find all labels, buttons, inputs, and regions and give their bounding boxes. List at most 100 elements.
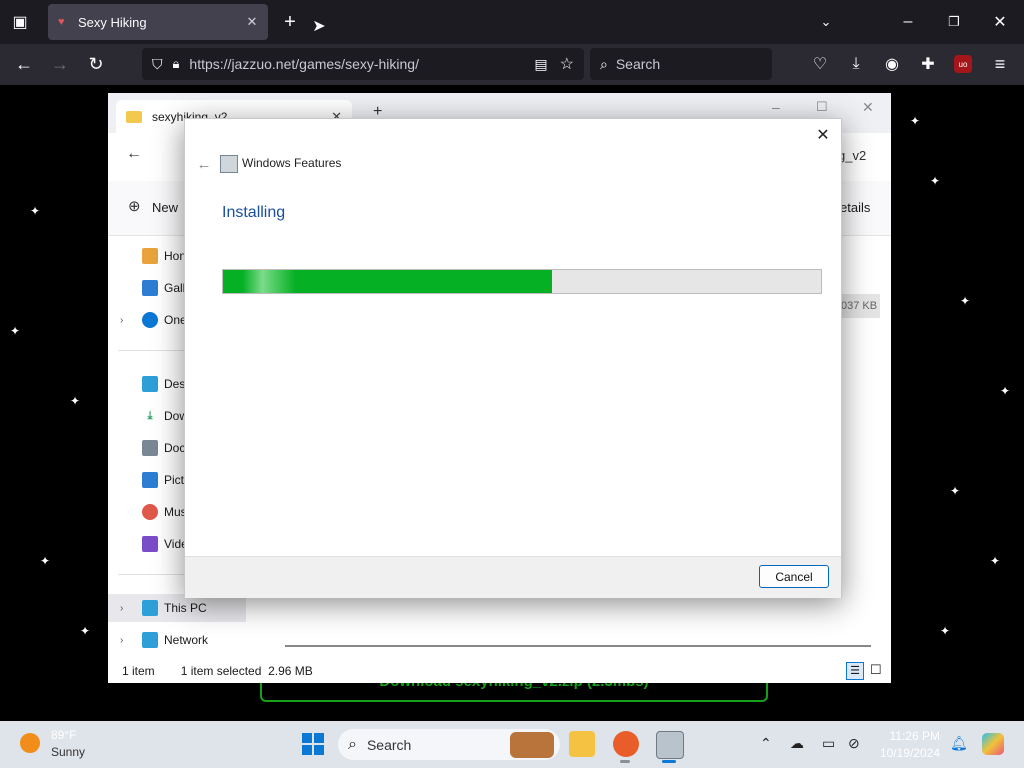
gallery-icon [142, 280, 158, 296]
folder-icon [126, 110, 142, 123]
url-bar[interactable]: ⛉ 🔒︎ https://jazzuo.net/games/sexy-hikin… [142, 48, 584, 80]
menu-icon[interactable]: ≡ [988, 52, 1012, 76]
account-icon[interactable]: ◉ [880, 52, 904, 76]
url-text[interactable]: https://jazzuo.net/games/sexy-hiking/ [189, 56, 534, 72]
sidebar-item-label: Hon [164, 249, 187, 263]
sidebar-item-label: Doc [164, 441, 186, 455]
extensions-icon[interactable]: ✚ [916, 52, 940, 76]
star-decoration: ✦ [990, 554, 1001, 568]
maximize-icon[interactable]: ☐ [816, 99, 828, 115]
show-hidden-icons-chevron-icon[interactable]: ⌃ [760, 735, 772, 752]
sidebar-item-this-pc[interactable]: › This PC [108, 594, 246, 622]
taskbar-search-placeholder: Search [366, 736, 412, 753]
address-breadcrumb[interactable]: g_v2 [838, 148, 866, 163]
cancel-button[interactable]: Cancel [759, 565, 829, 588]
chevron-right-icon[interactable]: › [120, 315, 123, 326]
status-item-count: 1 item [122, 664, 155, 678]
display-icon[interactable]: ▭ [822, 735, 835, 752]
star-decoration: ✦ [1000, 384, 1011, 398]
file-explorer-taskbar-icon[interactable] [569, 731, 595, 757]
windows-features-taskbar-icon[interactable] [656, 731, 684, 759]
forward-icon[interactable]: → [48, 52, 72, 76]
window-close-icon[interactable]: ✕ [988, 10, 1012, 34]
window-close-icon[interactable]: ✕ [862, 99, 874, 116]
back-icon[interactable]: ← [126, 145, 142, 163]
details-view-icon[interactable]: ☰ [846, 662, 864, 680]
restore-icon[interactable]: ❐ [942, 10, 966, 34]
running-app-indicator [620, 760, 630, 763]
videos-icon [142, 536, 158, 552]
music-icon [142, 504, 158, 520]
new-icon[interactable]: ⊕ [128, 197, 141, 215]
ublock-icon[interactable]: uo [954, 55, 972, 73]
browser-tab-active[interactable]: ♥ Sexy Hiking ✕ [48, 4, 268, 40]
start-button-windows-icon[interactable] [302, 733, 324, 755]
dialog-title: Windows Features [242, 156, 342, 170]
close-tab-icon[interactable]: ✕ [240, 14, 264, 30]
taskbar-search-box[interactable]: ⌕ Search [338, 729, 560, 760]
this-pc-icon [142, 600, 158, 616]
home-icon [142, 248, 158, 264]
star-decoration: ✦ [10, 324, 21, 338]
star-decoration: ✦ [40, 554, 51, 568]
installing-heading: Installing [222, 204, 286, 221]
shield-icon[interactable]: ⛉ [152, 56, 163, 73]
star-decoration: ✦ [70, 394, 81, 408]
star-decoration: ✦ [950, 484, 961, 498]
search-icon: ⌕ [600, 55, 608, 72]
mouse-cursor-icon: ➤ [312, 18, 326, 35]
search-icon: ⌕ [348, 735, 357, 753]
clock-time[interactable]: 11:26 PM [880, 729, 940, 743]
search-highlight-icon [510, 731, 554, 758]
minimize-icon[interactable]: – [896, 10, 920, 34]
tab-overview-icon[interactable]: ▣ [8, 10, 32, 34]
pictures-icon [142, 472, 158, 488]
chevron-right-icon[interactable]: › [120, 635, 123, 646]
sidebar-item-network[interactable]: › Network [108, 626, 254, 654]
minimize-icon[interactable]: – [772, 99, 780, 115]
downloads-icon[interactable]: ⤓ [844, 52, 868, 76]
star-decoration: ✦ [910, 114, 921, 128]
active-app-indicator [662, 760, 676, 763]
download-icon: ⤓ [147, 410, 153, 422]
install-progress-fill [223, 270, 552, 293]
windows-features-dialog: ✕ ← Windows Features Installing Cancel [184, 118, 842, 598]
reload-icon[interactable]: ↻ [84, 52, 108, 76]
new-tab-icon[interactable]: + [278, 10, 302, 34]
star-decoration: ✦ [940, 624, 951, 638]
clock-date[interactable]: 10/19/2024 [872, 746, 940, 760]
tab-list-chevron-icon[interactable]: ⌄ [814, 10, 838, 34]
back-icon[interactable]: ← [12, 52, 36, 76]
browser-search-placeholder: Search [615, 56, 661, 72]
weather-condition[interactable]: Sunny [51, 745, 85, 759]
firefox-taskbar-icon[interactable] [613, 731, 639, 757]
back-icon[interactable]: ← [191, 153, 217, 175]
network-offline-icon[interactable]: ☁ [790, 735, 804, 752]
weather-temperature[interactable]: 89°F [51, 728, 76, 742]
dialog-close-icon[interactable]: ✕ [811, 123, 835, 147]
explorer-status-bar: 1 item 1 item selected 2.96 MB ☰ ☐ [108, 659, 891, 683]
documents-icon [142, 440, 158, 456]
weather-sun-icon[interactable] [20, 733, 40, 753]
reader-view-icon[interactable]: ▤ [534, 56, 547, 73]
dialog-footer [185, 556, 841, 598]
details-button-label[interactable]: etails [840, 200, 870, 215]
lock-icon[interactable]: 🔒︎ [173, 56, 180, 72]
bookmark-star-icon[interactable]: ☆ [560, 54, 574, 74]
new-button-label[interactable]: New [152, 200, 178, 215]
copilot-icon[interactable] [982, 733, 1004, 755]
browser-search-bar[interactable]: ⌕ Search [590, 48, 772, 80]
volume-muted-icon[interactable]: ⊘ [848, 735, 860, 752]
sidebar-item-label: Gall [164, 281, 186, 295]
star-decoration: ✦ [80, 624, 91, 638]
star-decoration: ✦ [930, 174, 941, 188]
sidebar-item-label: Network [164, 633, 209, 647]
pocket-icon[interactable]: ♡ [808, 52, 832, 76]
notification-bell-icon[interactable]: 🔔︎ [950, 735, 968, 752]
chevron-right-icon[interactable]: › [120, 603, 123, 614]
browser-tab-bar: ▣ ♥ Sexy Hiking ✕ + ➤ ⌄ – ❐ ✕ [0, 0, 1024, 44]
tiles-view-icon[interactable]: ☐ [870, 662, 882, 678]
star-decoration: ✦ [30, 204, 41, 218]
horizontal-scrollbar[interactable] [285, 645, 871, 647]
file-size-cell: 037 KB [838, 294, 880, 318]
